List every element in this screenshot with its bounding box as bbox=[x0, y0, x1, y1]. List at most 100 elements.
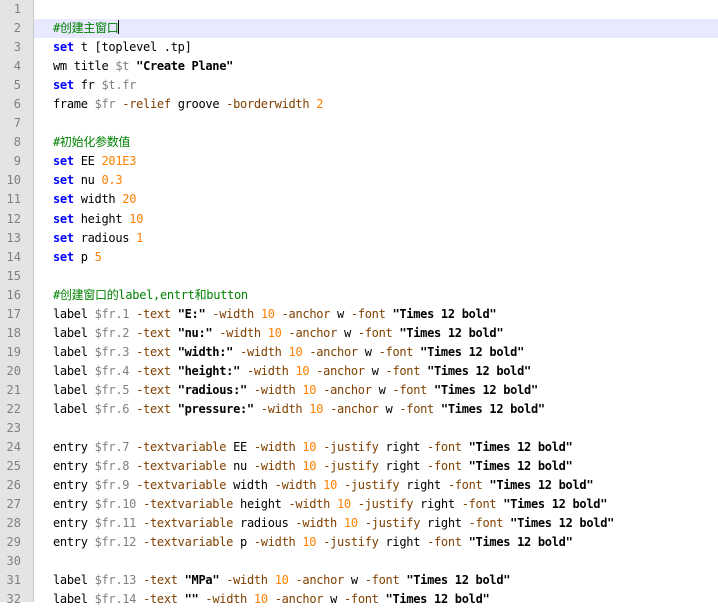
code-token-opt: -anchor bbox=[330, 401, 379, 416]
line-number: 5 bbox=[13, 78, 21, 93]
code-line[interactable] bbox=[53, 419, 718, 438]
code-line[interactable]: label $fr.3 -text "width:" -width 10 -an… bbox=[53, 343, 718, 362]
code-token-str: "Create Plane" bbox=[136, 59, 234, 74]
code-token-plain: fr bbox=[73, 78, 102, 93]
code-token-num: 10 bbox=[274, 573, 289, 588]
code-token-kw: set bbox=[53, 40, 74, 55]
code-token-opt: -font bbox=[392, 382, 428, 397]
code-token-str: "Times 12 bold" bbox=[427, 363, 531, 378]
code-token-str: "Times 12 bold" bbox=[440, 401, 545, 416]
code-line[interactable]: entry $fr.11 -textvariable radious -widt… bbox=[53, 514, 718, 533]
code-editor[interactable]: 1 2 3 4 5 6 7 8 9 10 11 12 13 14 15 16 17 18 19 20 21 22 23 24 2… bbox=[0, 0, 718, 606]
code-token-plain: w bbox=[371, 382, 393, 397]
line-number-gutter: 1 2 3 4 5 6 7 8 9 10 11 12 13 14 15 16 17 18 19 20 21 22 23 24 2… bbox=[0, 0, 34, 606]
code-line[interactable]: label $fr.4 -text "height:" -width 10 -a… bbox=[53, 362, 718, 381]
code-token-cmd: label bbox=[53, 573, 88, 588]
code-line[interactable]: entry $fr.8 -textvariable nu -width 10 -… bbox=[53, 457, 718, 476]
code-line[interactable] bbox=[53, 552, 718, 571]
code-line[interactable]: set t [toplevel .tp] bbox=[53, 38, 718, 57]
code-token-num: 2 bbox=[316, 97, 324, 112]
code-token-cmd: entry bbox=[53, 516, 88, 531]
code-token-plain: right bbox=[413, 497, 462, 512]
code-token-str: "Times 12 bold" bbox=[420, 344, 525, 359]
code-line[interactable]: label $fr.1 -text "E:" -width 10 -anchor… bbox=[53, 305, 718, 324]
code-token-cmd: entry bbox=[53, 497, 88, 512]
code-line[interactable]: set p 5 bbox=[53, 248, 718, 267]
line-number: 12 bbox=[6, 211, 21, 226]
code-token-kw: set bbox=[53, 211, 74, 226]
line-number: 7 bbox=[13, 116, 21, 131]
code-token-num: 10 bbox=[337, 497, 351, 512]
code-token-opt: -text bbox=[143, 592, 178, 607]
line-number: 32 bbox=[6, 592, 21, 607]
line-number: 8 bbox=[13, 135, 21, 150]
code-line[interactable]: entry $fr.7 -textvariable EE -width 10 -… bbox=[53, 438, 718, 457]
code-token-cmd: label bbox=[53, 592, 88, 607]
code-token-opt: -width bbox=[253, 440, 296, 455]
code-line[interactable] bbox=[53, 114, 718, 133]
code-token-opt: -width bbox=[253, 535, 296, 550]
code-token-str: "Times 12 bold" bbox=[468, 459, 573, 474]
line-number: 16 bbox=[6, 287, 21, 302]
line-number: 24 bbox=[6, 440, 21, 455]
code-area[interactable]: #创建主窗口 set t [toplevel .tp] wm title $t "C… bbox=[34, 0, 718, 606]
code-token-cmt: #创建主窗口 bbox=[53, 21, 119, 36]
code-token-plain: w bbox=[330, 306, 351, 321]
code-token-str: "Times 12 bold" bbox=[385, 592, 490, 607]
code-line[interactable]: #创建窗口的label,entrt和button bbox=[53, 286, 718, 305]
code-line[interactable]: label $fr.6 -text "pressure:" -width 10 … bbox=[53, 400, 718, 419]
code-line[interactable]: label $fr.2 -text "nu:" -width 10 -ancho… bbox=[53, 324, 718, 343]
code-token-num: 20 bbox=[122, 192, 137, 207]
code-line[interactable]: label $fr.14 -text "" -width 10 -anchor … bbox=[53, 590, 718, 609]
code-token-plain: title bbox=[66, 59, 116, 74]
line-number: 6 bbox=[13, 97, 21, 112]
code-token-plain: radious bbox=[73, 230, 137, 245]
code-token-opt: -font bbox=[447, 478, 483, 493]
code-token-opt: -width bbox=[240, 344, 282, 359]
code-token-opt: -width bbox=[288, 497, 331, 512]
line-number: 2 bbox=[13, 21, 21, 36]
code-line[interactable]: label $fr.5 -text "radious:" -width 10 -… bbox=[53, 381, 718, 400]
code-token-cmd: label bbox=[53, 382, 88, 397]
code-token-var: $fr.4 bbox=[94, 363, 130, 378]
code-token-cmd: label bbox=[53, 401, 88, 416]
code-token-kw: set bbox=[53, 230, 74, 245]
code-line[interactable]: set EE 201E3 bbox=[53, 152, 718, 171]
code-token-var: $fr.1 bbox=[94, 306, 130, 321]
code-line[interactable] bbox=[53, 267, 718, 286]
code-token-cmd: entry bbox=[53, 535, 88, 550]
code-line[interactable]: set width 20 bbox=[53, 190, 718, 209]
code-line[interactable]: wm title $t "Create Plane" bbox=[53, 57, 718, 76]
code-line[interactable]: set height 10 bbox=[53, 210, 718, 229]
code-token-kw: set bbox=[53, 192, 74, 207]
code-line[interactable] bbox=[53, 0, 718, 19]
code-token-opt: -anchor bbox=[323, 382, 372, 397]
code-token-cmd: entry bbox=[53, 459, 88, 474]
code-line[interactable]: #初始化参数值 bbox=[53, 133, 718, 152]
line-number: 25 bbox=[6, 459, 21, 474]
code-token-opt: -font bbox=[427, 440, 462, 455]
code-line[interactable]: set nu 0.3 bbox=[53, 171, 718, 190]
code-line[interactable]: entry $fr.12 -textvariable p -width 10 -… bbox=[53, 533, 718, 552]
code-line[interactable]: entry $fr.9 -textvariable width -width 1… bbox=[53, 476, 718, 495]
code-token-str: "Times 12 bold" bbox=[510, 516, 615, 531]
code-line[interactable]: set radious 1 bbox=[53, 229, 718, 248]
code-line[interactable]: frame $fr -relief groove -borderwidth 2 bbox=[53, 95, 718, 114]
code-line[interactable]: set fr $t.fr bbox=[53, 76, 718, 95]
code-line[interactable]: label $fr.13 -text "MPa" -width 10 -anch… bbox=[53, 571, 718, 590]
code-token-opt: -width bbox=[219, 325, 261, 340]
code-token-var: $fr.11 bbox=[94, 516, 137, 531]
code-line-current[interactable]: #创建主窗口 bbox=[34, 19, 718, 39]
code-line[interactable]: entry $fr.10 -textvariable height -width… bbox=[53, 495, 718, 514]
